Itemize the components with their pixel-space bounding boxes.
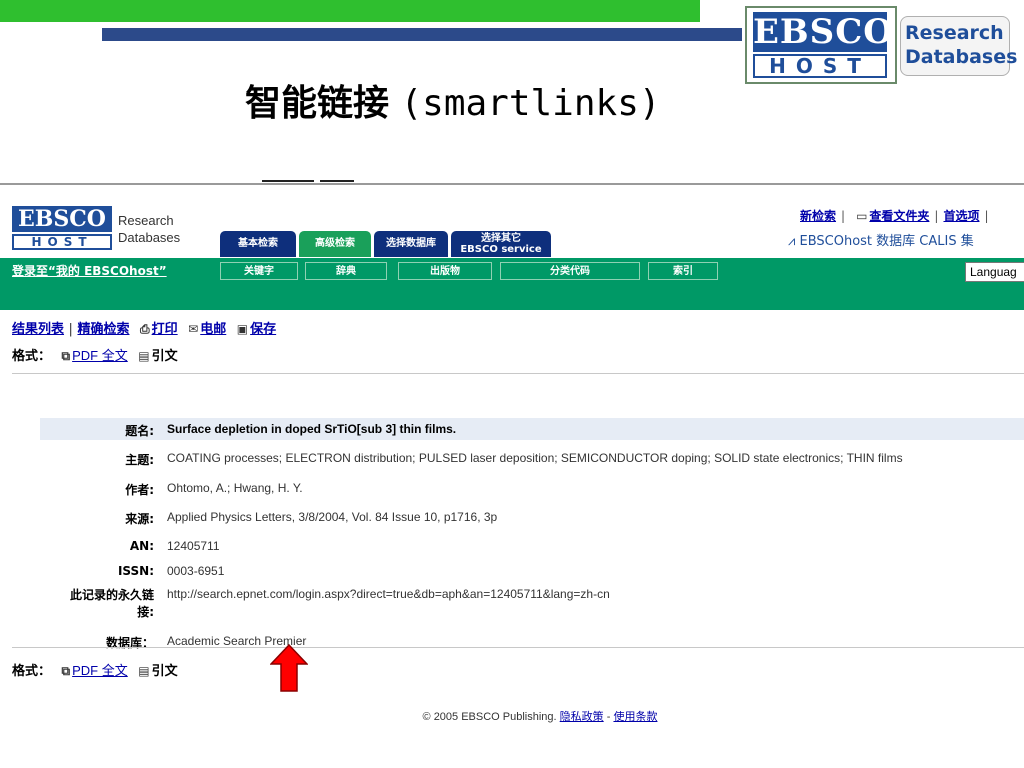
login-my-ebscohost-link[interactable]: 登录至“我的 EBSCOhost” xyxy=(12,262,167,279)
tab-other-ebsco-services[interactable]: 选择其它 EBSCO service xyxy=(451,231,551,257)
footer: © 2005 EBSCO Publishing. 隐私政策 - 使用条款 xyxy=(0,708,1024,724)
result-actions: 结果列表 | 精确检索 ⎙ 打印 ✉ 电邮 ▣ 保存 xyxy=(12,318,276,337)
record-row-permalink: 此记录的永久链 接: http://search.epnet.com/login… xyxy=(40,587,1024,621)
print-icon: ⎙ xyxy=(140,322,150,336)
calis-icon: ⩘ xyxy=(788,234,796,249)
research-databases-logo: Research Databases xyxy=(900,16,1018,76)
permalink-label-2: 接: xyxy=(137,605,154,619)
folder-icon: ▭ xyxy=(856,209,868,223)
issn-value: 0003-6951 xyxy=(167,564,225,578)
subtab-thesaurus[interactable]: 辞典 xyxy=(305,262,387,280)
record-row-authors: 作者: Ohtomo, A.; Hwang, H. Y. xyxy=(40,481,1024,497)
subject-label: 主题: xyxy=(125,453,154,467)
site-logo-tagline-2: Databases xyxy=(118,230,181,245)
subtab-keyword[interactable]: 关键字 xyxy=(220,262,298,280)
language-select[interactable]: Languag xyxy=(965,262,1024,282)
record-row-source: 来源: Applied Physics Letters, 3/8/2004, V… xyxy=(40,510,1024,526)
terms-of-use-link[interactable]: 使用条款 xyxy=(613,711,657,723)
separator: | xyxy=(68,322,73,337)
save-link[interactable]: 保存 xyxy=(250,322,276,337)
authors-value: Ohtomo, A.; Hwang, H. Y. xyxy=(167,481,303,495)
red-up-arrow-icon xyxy=(270,644,308,692)
separator: | xyxy=(934,209,939,223)
permalink-label-1: 此记录的永久链 xyxy=(69,588,154,602)
subject-value: COATING processes; ELECTRON distribution… xyxy=(167,451,903,465)
an-label: AN: xyxy=(129,539,154,553)
screenshot-top-border xyxy=(0,183,1024,185)
format-row-top: 格式： ⧉ PDF 全文 ▤ 引文 xyxy=(12,345,178,364)
tab-other-label-1: 选择其它 xyxy=(481,233,521,244)
email-icon: ✉ xyxy=(188,322,199,336)
results-list-link[interactable]: 结果列表 xyxy=(12,322,64,337)
logo-tagline-2: Databases xyxy=(905,46,1018,68)
calis-text: EBSCOhost 数据库 CALIS 集 xyxy=(799,234,974,249)
database-label: 数据库： xyxy=(105,636,154,650)
divider-mark xyxy=(262,180,314,182)
record-row-issn: ISSN: 0003-6951 xyxy=(40,564,1024,580)
issn-label: ISSN: xyxy=(117,564,154,578)
citation-icon: ▤ xyxy=(138,349,150,363)
record-row-title: 题名: Surface depletion in doped SrTiO[sub… xyxy=(40,418,1024,440)
site-logo: EBSCO HOST xyxy=(12,206,112,250)
an-value: 12405711 xyxy=(167,539,220,553)
ebsco-host-logo: EBSCO HOST xyxy=(745,6,897,84)
new-search-link[interactable]: 新检索 xyxy=(800,209,836,223)
record-row-an: AN: 12405711 xyxy=(40,539,1024,555)
top-links: 新检索 | ▭ 查看文件夹 | 首选项 | xyxy=(800,207,994,224)
site-logo-ebsco: EBSCO xyxy=(12,206,112,232)
slide-title-zh: 智能链接 xyxy=(245,83,390,124)
save-icon: ▣ xyxy=(236,322,249,336)
slide-title-en: (smartlinks) xyxy=(400,83,661,124)
subtab-publications[interactable]: 出版物 xyxy=(398,262,492,280)
site-logo-tagline: Research Databases xyxy=(118,212,180,246)
footer-dash: - xyxy=(603,711,614,723)
citation-label: 引文 xyxy=(151,349,178,364)
slide-blue-bar xyxy=(102,28,742,41)
subtab-subject-codes[interactable]: 分类代码 xyxy=(500,262,640,280)
site-logo-tagline-1: Research xyxy=(118,213,174,228)
record-row-subject: 主题: COATING processes; ELECTRON distribu… xyxy=(40,451,1024,467)
pdf-icon: ⧉ xyxy=(61,664,71,678)
separator: | xyxy=(841,209,846,223)
source-value: Applied Physics Letters, 3/8/2004, Vol. … xyxy=(167,510,498,524)
citation-icon: ▤ xyxy=(138,664,150,678)
logo-ebsco-text: EBSCO xyxy=(753,12,894,52)
citation-label: 引文 xyxy=(151,664,178,679)
tab-choose-database[interactable]: 选择数据库 xyxy=(374,231,448,257)
source-label: 来源: xyxy=(125,512,154,526)
divider xyxy=(12,647,1024,648)
privacy-policy-link[interactable]: 隐私政策 xyxy=(560,711,604,723)
permalink-value[interactable]: http://search.epnet.com/login.aspx?direc… xyxy=(167,587,610,601)
title-value: Surface depletion in doped SrTiO[sub 3] … xyxy=(167,422,457,436)
divider-mark xyxy=(320,180,354,182)
pdf-icon: ⧉ xyxy=(61,349,71,363)
tab-advanced-search[interactable]: 高级检索 xyxy=(299,231,371,257)
logo-tagline-1: Research xyxy=(905,22,1004,44)
title-label: 题名: xyxy=(125,424,154,438)
print-link[interactable]: 打印 xyxy=(152,322,178,337)
authors-label: 作者: xyxy=(125,483,154,497)
permalink-label: 此记录的永久链 接: xyxy=(70,587,154,621)
email-link[interactable]: 电邮 xyxy=(200,322,226,337)
divider xyxy=(12,373,1024,374)
refine-search-link[interactable]: 精确检索 xyxy=(77,322,129,337)
preferences-link[interactable]: 首选项 xyxy=(943,209,979,223)
view-folder-link[interactable]: 查看文件夹 xyxy=(869,209,929,223)
slide-title: 智能链接 (smartlinks) xyxy=(245,74,845,134)
footer-copyright: © 2005 EBSCO Publishing. xyxy=(422,711,557,723)
format-label: 格式： xyxy=(12,664,52,679)
pdf-fulltext-link[interactable]: PDF 全文 xyxy=(72,348,128,363)
pdf-fulltext-link[interactable]: PDF 全文 xyxy=(72,663,128,678)
site-logo-host: HOST xyxy=(12,234,112,250)
format-label: 格式： xyxy=(12,349,52,364)
tab-basic-search[interactable]: 基本检索 xyxy=(220,231,296,257)
format-row-bottom: 格式： ⧉ PDF 全文 ▤ 引文 xyxy=(12,660,178,679)
tab-other-label-2: EBSCO service xyxy=(460,244,542,255)
separator: | xyxy=(984,209,989,223)
slide-green-bar xyxy=(0,0,700,22)
subtab-indexes[interactable]: 索引 xyxy=(648,262,718,280)
calis-banner: ⩘ EBSCOhost 数据库 CALIS 集 xyxy=(788,230,974,249)
